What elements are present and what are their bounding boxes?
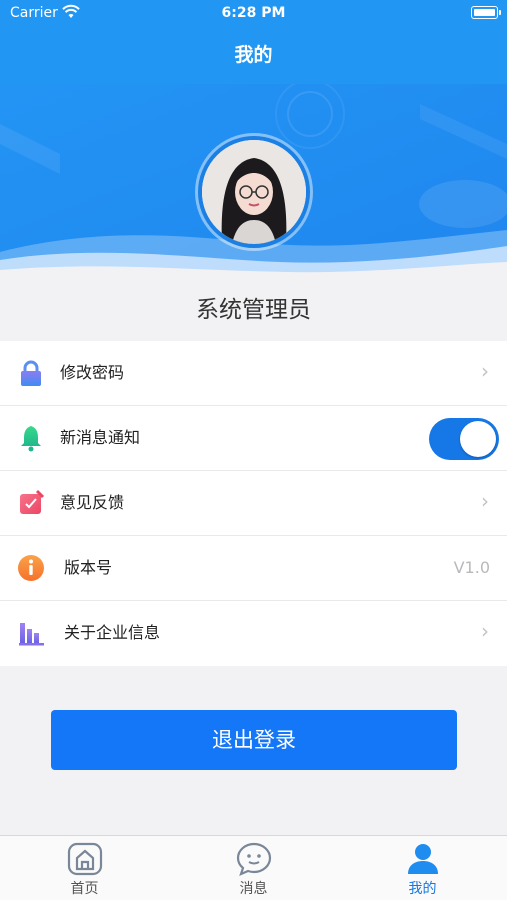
menu-item-new-message-notification: 新消息通知 bbox=[0, 406, 507, 471]
menu-item-company-info[interactable]: 关于企业信息 › bbox=[0, 601, 507, 666]
user-name: 系统管理员 bbox=[0, 280, 507, 341]
nav-bar: 我的 bbox=[0, 26, 507, 84]
user-icon bbox=[405, 842, 441, 876]
company-icon bbox=[17, 619, 45, 647]
tab-messages[interactable]: 消息 bbox=[169, 836, 338, 900]
menu-item-version: 版本号 V1.0 bbox=[0, 536, 507, 601]
settings-menu: 修改密码 › 新消息通知 意见反馈 › 版本号 V1.0 关于企业信息 › bbox=[0, 341, 507, 666]
menu-item-change-password[interactable]: 修改密码 › bbox=[0, 341, 507, 406]
chevron-right-icon: › bbox=[481, 359, 489, 383]
menu-item-label: 版本号 bbox=[64, 558, 113, 577]
chevron-right-icon: › bbox=[481, 619, 489, 643]
menu-item-label: 关于企业信息 bbox=[64, 623, 161, 642]
notification-toggle[interactable] bbox=[429, 418, 499, 460]
tab-home[interactable]: 首页 bbox=[0, 836, 169, 900]
tab-label: 我的 bbox=[408, 881, 437, 897]
version-value: V1.0 bbox=[453, 558, 490, 577]
status-time: 6:28 PM bbox=[221, 5, 286, 21]
bell-icon bbox=[17, 424, 45, 452]
info-icon bbox=[17, 554, 45, 582]
battery-icon bbox=[471, 6, 501, 19]
tab-label: 首页 bbox=[70, 881, 99, 897]
chat-icon bbox=[236, 842, 272, 876]
chevron-right-icon: › bbox=[481, 489, 489, 513]
menu-item-label: 新消息通知 bbox=[60, 428, 141, 447]
avatar-photo bbox=[202, 140, 306, 244]
lock-icon bbox=[17, 359, 45, 387]
home-icon bbox=[67, 842, 103, 876]
menu-item-label: 修改密码 bbox=[60, 363, 125, 382]
tab-profile[interactable]: 我的 bbox=[338, 836, 507, 900]
status-bar: Carrier 6:28 PM bbox=[0, 0, 507, 26]
avatar[interactable] bbox=[198, 136, 310, 248]
tab-bar: 首页 消息 我的 bbox=[0, 835, 507, 900]
profile-banner bbox=[0, 84, 507, 280]
menu-item-label: 意见反馈 bbox=[60, 493, 125, 512]
feedback-icon bbox=[17, 489, 45, 517]
tab-label: 消息 bbox=[239, 881, 268, 897]
menu-item-feedback[interactable]: 意见反馈 › bbox=[0, 471, 507, 536]
toggle-knob bbox=[460, 421, 496, 457]
page-title: 我的 bbox=[234, 44, 273, 66]
logout-button[interactable]: 退出登录 bbox=[51, 710, 457, 770]
